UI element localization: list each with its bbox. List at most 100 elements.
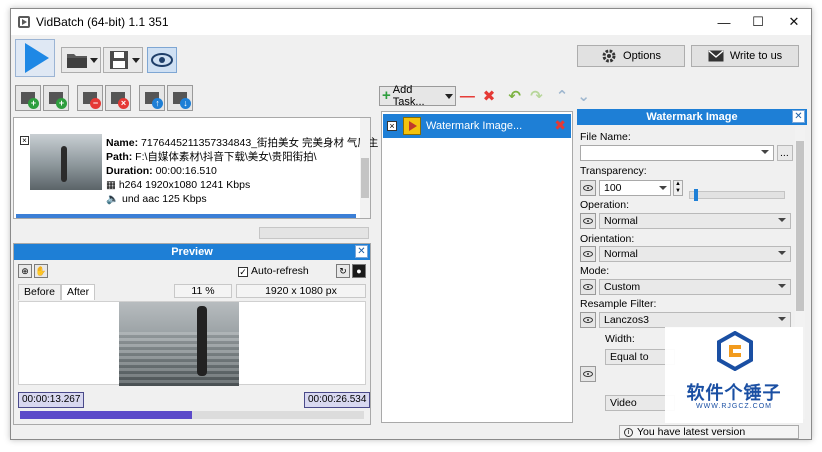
gear-icon xyxy=(602,49,616,63)
move-file-up-button[interactable]: ↑ xyxy=(139,85,165,111)
eye-icon xyxy=(583,371,593,377)
window-title: VidBatch (64-bit) 1.1 351 xyxy=(36,15,169,29)
chevron-down-icon[interactable] xyxy=(132,58,140,63)
preview-toggle-button[interactable] xyxy=(147,47,177,73)
size-eye-button[interactable] xyxy=(580,366,596,382)
checkmark-icon: ✓ xyxy=(238,267,248,277)
eye-icon xyxy=(151,53,173,67)
tab-after[interactable]: After xyxy=(60,284,96,300)
maximize-button[interactable]: ☐ xyxy=(741,9,775,35)
file-duration: 00:00:16.510 xyxy=(155,165,217,177)
operation-eye-button[interactable] xyxy=(580,213,596,229)
logo-text: 软件个锤子 xyxy=(686,383,782,403)
write-to-us-label: Write to us xyxy=(729,50,783,62)
file-path: F:\自媒体素材\抖音下载\美女\贵阳街拍\ xyxy=(135,151,317,163)
redo-icon[interactable]: ↷ xyxy=(527,86,547,106)
save-icon xyxy=(110,51,128,69)
chevron-down-icon[interactable] xyxy=(659,186,667,190)
logo-mark-icon xyxy=(717,331,753,371)
task-list[interactable]: × Watermark Image... ✖ xyxy=(381,111,573,423)
logo-subtext: WWW.RJGCZ.COM xyxy=(696,403,772,410)
app-icon xyxy=(18,16,30,28)
move-file-down-button[interactable]: ↓ xyxy=(167,85,193,111)
open-folder-button[interactable] xyxy=(61,47,101,73)
chevron-down-icon[interactable] xyxy=(90,58,98,63)
add-folder-button[interactable]: + xyxy=(43,85,69,111)
file-list-hscrollbar[interactable] xyxy=(259,227,369,239)
transparency-spinner[interactable]: ▲ ▼ xyxy=(673,180,683,196)
refresh-icon[interactable]: ↻ xyxy=(336,264,350,278)
move-task-up-icon[interactable]: ⌃ xyxy=(552,86,572,106)
operation-value: Normal xyxy=(604,215,638,227)
remove-task-button[interactable]: — xyxy=(458,86,478,106)
start-processing-button[interactable] xyxy=(15,39,55,77)
transparency-slider[interactable] xyxy=(689,189,785,201)
auto-refresh-label: Auto-refresh xyxy=(251,265,309,277)
eye-icon xyxy=(583,218,593,224)
status-text: You have latest version xyxy=(637,426,746,438)
file-list-scrollbar[interactable] xyxy=(360,118,370,218)
write-to-us-button[interactable]: Write to us xyxy=(691,45,799,67)
hand-icon[interactable]: ✋ xyxy=(34,264,48,278)
file-checkbox[interactable]: × xyxy=(20,136,29,145)
orientation-select[interactable]: Normal xyxy=(599,246,791,262)
move-task-down-icon[interactable]: ⌄ xyxy=(574,86,594,106)
next-file-row[interactable] xyxy=(16,214,356,218)
orientation-label: Orientation: xyxy=(580,233,635,245)
clear-files-button[interactable]: × xyxy=(105,85,131,111)
minimize-button[interactable]: — xyxy=(707,9,741,35)
timeline-progress xyxy=(20,411,192,419)
resample-filter-select[interactable]: Lanczos3 xyxy=(599,312,791,328)
resample-value: Lanczos3 xyxy=(604,314,649,326)
undo-icon[interactable]: ↶ xyxy=(505,86,525,106)
browse-button[interactable]: ... xyxy=(777,145,793,161)
add-file-button[interactable]: + xyxy=(15,85,41,111)
speaker-icon: 🔈 xyxy=(106,193,120,205)
task-checkbox[interactable]: × xyxy=(387,121,397,131)
version-status: i You have latest version xyxy=(619,425,799,439)
slider-handle[interactable] xyxy=(693,189,698,201)
add-task-button[interactable]: + Add Task... xyxy=(379,84,456,108)
close-watermark-button[interactable]: ✕ xyxy=(792,110,805,123)
main-toolbar: Options Write to us xyxy=(11,35,811,81)
eye-icon xyxy=(583,317,593,323)
task-row-watermark[interactable]: × Watermark Image... ✖ xyxy=(383,114,571,138)
mode-eye-button[interactable] xyxy=(580,279,596,295)
timeline-slider[interactable] xyxy=(20,411,364,419)
transparency-eye-button[interactable] xyxy=(580,180,596,196)
operation-select[interactable]: Normal xyxy=(599,213,791,229)
auto-refresh-checkbox[interactable]: ✓ Auto-refresh xyxy=(238,264,309,278)
tab-before[interactable]: Before xyxy=(18,284,61,300)
preview-frame xyxy=(119,302,239,386)
record-icon[interactable]: ● xyxy=(352,264,366,278)
resample-filter-label: Resample Filter: xyxy=(580,298,657,310)
add-task-label: Add Task... xyxy=(392,84,425,108)
orientation-value: Normal xyxy=(604,248,638,260)
file-list[interactable]: × Name: 7176445211357334843_街拍美女 完美身材 气质… xyxy=(13,117,378,219)
preview-canvas[interactable] xyxy=(18,301,366,386)
save-button[interactable] xyxy=(103,47,143,73)
preview-resolution: 1920 x 1080 px xyxy=(236,284,366,298)
zoom-icon[interactable]: ⊕ xyxy=(18,264,32,278)
preview-panel: Preview ✕ ⊕ ✋ ✓ Auto-refresh ↻ ● Before A… xyxy=(13,243,371,425)
files-panel: + + − × ↑ ↓ × Name: 7176445211357334843_… xyxy=(11,81,378,425)
clear-tasks-button[interactable]: ✖ xyxy=(479,86,499,106)
chevron-down-icon[interactable] xyxy=(444,93,453,99)
preview-toolbar: ⊕ ✋ ✓ Auto-refresh ↻ ● xyxy=(16,264,368,280)
watermark-file-input[interactable] xyxy=(580,145,774,161)
app-window: VidBatch (64-bit) 1.1 351 — ☐ ✕ Options … xyxy=(10,8,812,440)
eye-icon xyxy=(583,284,593,290)
close-window-button[interactable]: ✕ xyxy=(777,9,811,35)
folder-icon xyxy=(67,54,87,68)
mode-select[interactable]: Custom xyxy=(599,279,791,295)
delete-task-icon[interactable]: ✖ xyxy=(554,117,566,134)
close-preview-button[interactable]: ✕ xyxy=(355,245,368,258)
resample-eye-button[interactable] xyxy=(580,312,596,328)
video-stream-info: h264 1920x1080 1241 Kbps xyxy=(118,179,251,191)
remove-file-button[interactable]: − xyxy=(77,85,103,111)
preview-title: Preview xyxy=(171,246,213,258)
tasks-toolbar: + Add Task... — ✖ ↶ ↷ ⌃ ⌄ xyxy=(379,84,594,108)
options-button[interactable]: Options xyxy=(577,45,685,67)
orientation-eye-button[interactable] xyxy=(580,246,596,262)
zoom-level: 11 % xyxy=(174,284,232,298)
